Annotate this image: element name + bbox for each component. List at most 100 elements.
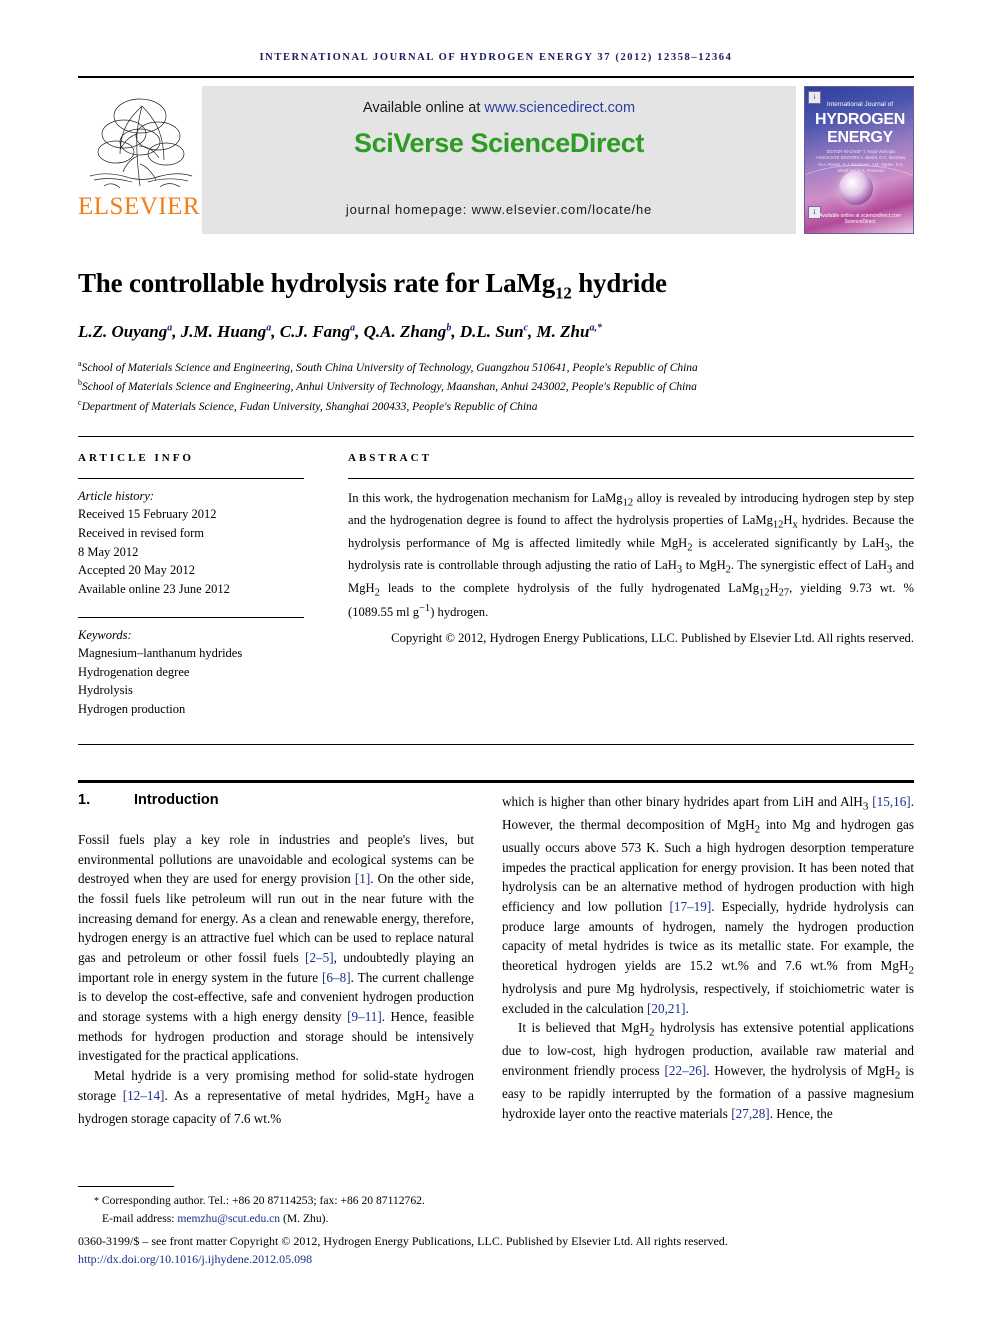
article-history-item: Available online 23 June 2012 bbox=[78, 582, 230, 596]
citation-link[interactable]: [20,21] bbox=[647, 1001, 685, 1016]
citation-link[interactable]: [12–14] bbox=[123, 1088, 165, 1103]
email-note: E-mail address: memzhu@scut.edu.cn (M. Z… bbox=[78, 1210, 914, 1228]
author-item: C.J. Fanga bbox=[280, 322, 355, 341]
author-name: L.Z. Ouyang bbox=[78, 322, 168, 341]
article-history-heading: Article history: bbox=[78, 489, 155, 503]
elsevier-logo: ELSEVIER bbox=[78, 86, 200, 234]
author-item: D.L. Sunc bbox=[460, 322, 528, 341]
sciencedirect-band: Available online at www.sciencedirect.co… bbox=[202, 86, 796, 234]
citation-link[interactable]: [6–8] bbox=[322, 970, 351, 985]
abstract-label: ABSTRACT bbox=[348, 452, 432, 464]
title-suffix: hydride bbox=[571, 268, 667, 298]
citation-link[interactable]: [27,28] bbox=[731, 1106, 769, 1121]
paragraph: Fossil fuels play a key role in industri… bbox=[78, 832, 474, 1064]
author-affil-mark: a bbox=[167, 322, 173, 334]
asterisk-icon: * bbox=[94, 1196, 99, 1207]
body-column-right: which is higher than other binary hydrid… bbox=[502, 792, 914, 1123]
author-affil-mark: c bbox=[523, 322, 529, 334]
doi-link[interactable]: http://dx.doi.org/10.1016/j.ijhydene.201… bbox=[78, 1252, 914, 1267]
author-item: M. Zhua,* bbox=[537, 322, 602, 341]
author-name: Q.A. Zhang bbox=[363, 322, 447, 341]
email-owner: (M. Zhu). bbox=[280, 1211, 329, 1225]
article-history-item: Received in revised form bbox=[78, 525, 204, 540]
cover-line1: International Journal of bbox=[826, 101, 894, 108]
citation-link[interactable]: [2–5] bbox=[305, 950, 334, 965]
paragraph: Metal hydride is a very promising method… bbox=[78, 1068, 474, 1126]
affiliation-text: School of Materials Science and Engineer… bbox=[82, 381, 697, 394]
cover-line2: HYDROGEN bbox=[814, 111, 906, 128]
journal-homepage-link[interactable]: journal homepage: www.elsevier.com/locat… bbox=[202, 202, 796, 217]
footnote-rule bbox=[78, 1186, 174, 1187]
affiliation-item: aSchool of Materials Science and Enginee… bbox=[78, 358, 914, 377]
article-history-item: Accepted 20 May 2012 bbox=[78, 563, 195, 578]
author-name: C.J. Fang bbox=[279, 322, 351, 341]
affiliation-text: School of Materials Science and Engineer… bbox=[81, 361, 698, 374]
keyword-item: Magnesium–lanthanum hydrides bbox=[78, 645, 243, 660]
abstract-rule bbox=[348, 478, 914, 479]
affiliation-list: aSchool of Materials Science and Enginee… bbox=[78, 358, 914, 416]
paragraph: which is higher than other binary hydrid… bbox=[502, 794, 915, 1016]
keyword-item: Hydrogenation degree bbox=[78, 664, 190, 679]
masthead: ELSEVIER Available online at www.science… bbox=[78, 86, 914, 234]
article-history-item: 8 May 2012 bbox=[78, 544, 139, 559]
affiliation-text: Department of Materials Science, Fudan U… bbox=[81, 400, 538, 413]
available-online-line: Available online at www.sciencedirect.co… bbox=[202, 100, 796, 116]
header-rule bbox=[78, 76, 914, 78]
abstract-block: ABSTRACT In this work, the hydrogenation… bbox=[348, 452, 914, 648]
email-link[interactable]: memzhu@scut.edu.cn bbox=[177, 1212, 280, 1225]
page-title: The controllable hydrolysis rate for LaM… bbox=[78, 268, 914, 303]
article-info-rule bbox=[78, 478, 304, 479]
author-affil-mark: b bbox=[446, 322, 452, 334]
author-affil-mark: a bbox=[266, 322, 272, 334]
body-top-rule bbox=[78, 780, 914, 783]
citation-link[interactable]: [15,16] bbox=[872, 794, 910, 809]
elsevier-wordmark: ELSEVIER bbox=[78, 193, 201, 220]
keywords-heading: Keywords: bbox=[78, 627, 132, 642]
section-number: 1. bbox=[78, 792, 91, 808]
author-affil-mark: a bbox=[350, 322, 356, 334]
sciencedirect-url[interactable]: www.sciencedirect.com bbox=[484, 100, 635, 116]
issn-copyright-line: 0360-3199/$ – see front matter Copyright… bbox=[78, 1234, 728, 1248]
author-name: D.L. Sun bbox=[459, 322, 524, 341]
author-list: L.Z. Ouyanga, J.M. Huanga, C.J. Fanga, Q… bbox=[78, 322, 602, 341]
author-affil-mark: a,* bbox=[589, 322, 602, 334]
title-subscript: 12 bbox=[555, 283, 572, 303]
section-heading-introduction: 1. Introduction bbox=[78, 792, 474, 808]
cover-sphere-graphic bbox=[839, 171, 873, 205]
paragraph: It is believed that MgH2 hydrolysis has … bbox=[502, 1020, 915, 1121]
abstract-text: In this work, the hydrogenation mechanis… bbox=[348, 491, 915, 620]
keyword-item: Hydrolysis bbox=[78, 683, 133, 698]
article-info-block: ARTICLE INFO Article history: Received 1… bbox=[78, 452, 304, 719]
affiliation-item: bSchool of Materials Science and Enginee… bbox=[78, 377, 914, 396]
corresponding-author-note: * Corresponding author. Tel.: +86 20 871… bbox=[78, 1192, 914, 1210]
title-prefix: The controllable hydrolysis rate for LaM… bbox=[78, 268, 556, 298]
elsevier-tree-icon bbox=[89, 98, 193, 189]
running-head: International Journal of Hydrogen Energy… bbox=[259, 52, 733, 63]
citation-link[interactable]: [9–11] bbox=[347, 1009, 382, 1024]
cover-footer: Available online at sciencedirect.com Sc… bbox=[819, 213, 901, 225]
citation-link[interactable]: [22–26] bbox=[665, 1063, 707, 1078]
email-label: E-mail address: bbox=[102, 1211, 178, 1225]
footnote-block: * Corresponding author. Tel.: +86 20 871… bbox=[78, 1192, 914, 1228]
keywords-rule bbox=[78, 616, 304, 618]
sciverse-sciencedirect-logo[interactable]: SciVerse ScienceDirect bbox=[202, 128, 796, 159]
author-item: L.Z. Ouyanga bbox=[78, 322, 172, 341]
author-item: J.M. Huanga bbox=[181, 322, 272, 341]
cover-line3: ENERGY bbox=[827, 129, 893, 146]
citation-link[interactable]: [1] bbox=[355, 871, 370, 886]
author-name: M. Zhu bbox=[536, 322, 590, 341]
citation-link[interactable]: [17–19] bbox=[669, 899, 711, 914]
article-page: International Journal of Hydrogen Energy… bbox=[0, 0, 992, 1323]
abstract-copyright: Copyright © 2012, Hydrogen Energy Public… bbox=[391, 630, 914, 645]
keyword-item: Hydrogen production bbox=[78, 702, 186, 716]
author-name: J.M. Huang bbox=[180, 322, 267, 341]
info-block-bottom-rule bbox=[78, 744, 914, 745]
section-title: Introduction bbox=[134, 792, 219, 808]
info-block-top-rule bbox=[78, 436, 914, 437]
corresponding-author-text: Corresponding author. Tel.: +86 20 87114… bbox=[101, 1194, 425, 1207]
body-column-left: 1. Introduction Fossil fuels play a key r… bbox=[78, 792, 474, 1128]
author-item: Q.A. Zhangb bbox=[364, 322, 452, 341]
affiliation-item: cDepartment of Materials Science, Fudan … bbox=[78, 397, 914, 416]
article-info-label: ARTICLE INFO bbox=[78, 452, 194, 464]
article-history-item: Received 15 February 2012 bbox=[78, 507, 217, 521]
